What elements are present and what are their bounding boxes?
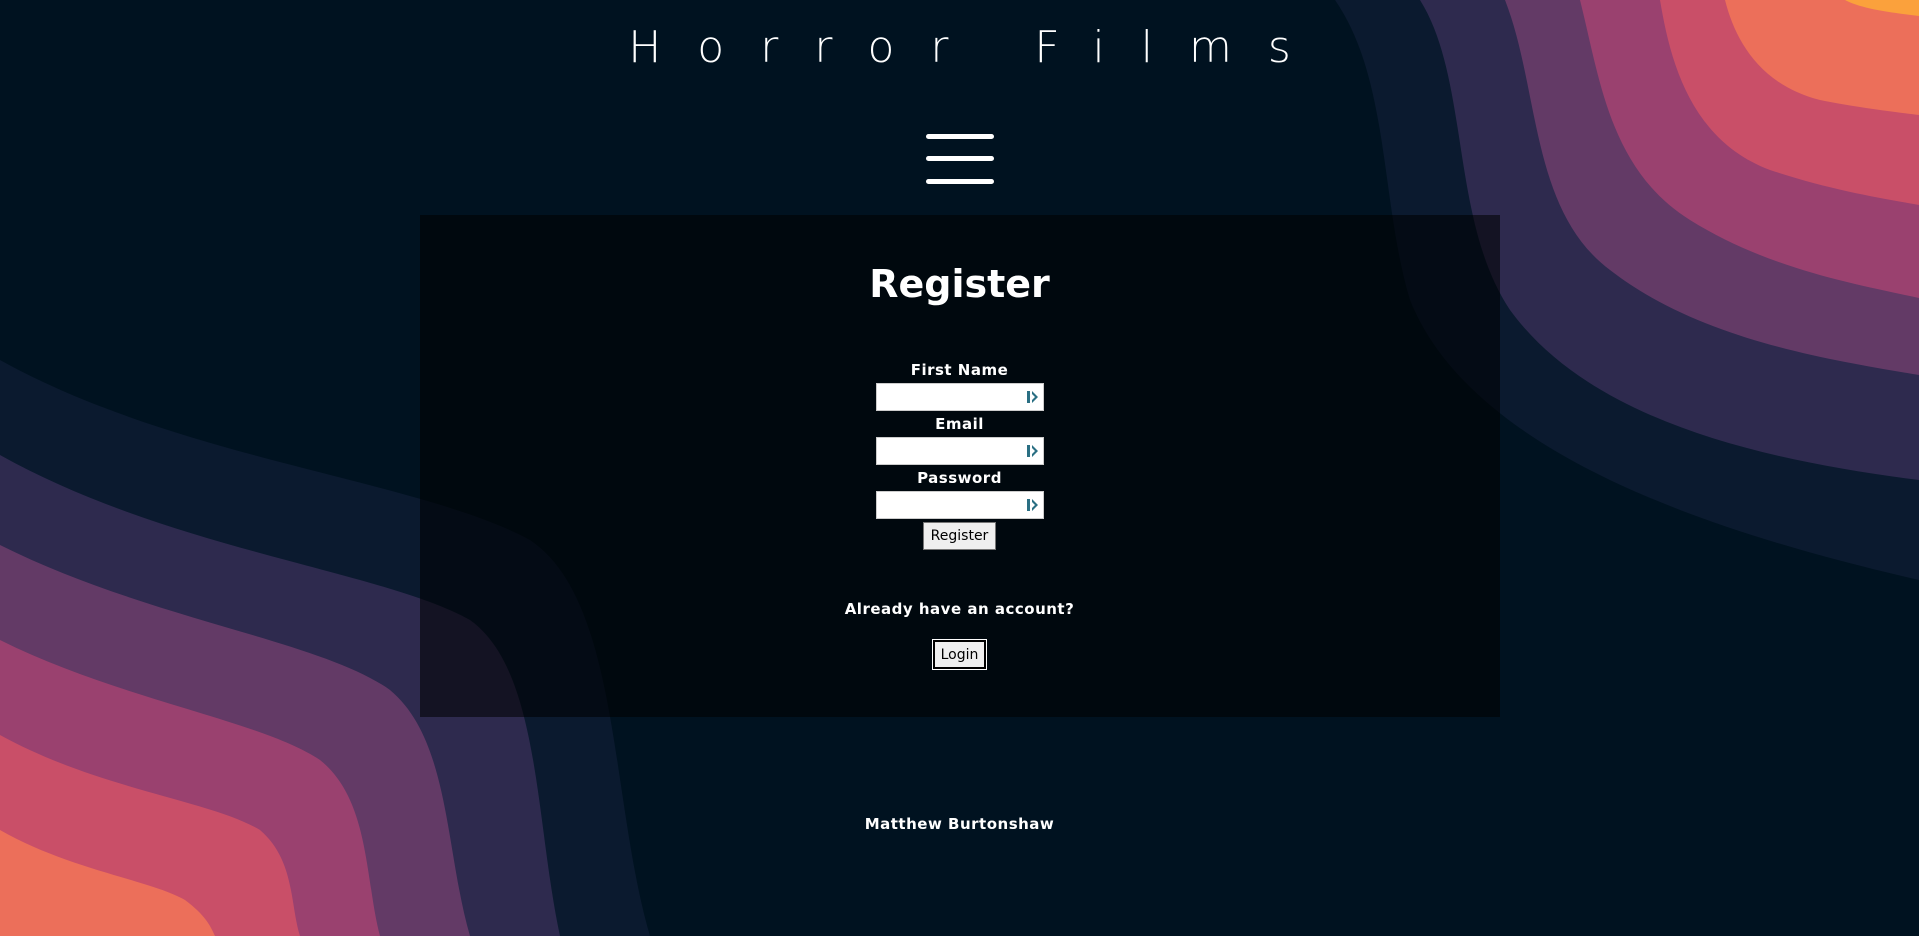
footer-author: Matthew Burtonshaw	[864, 815, 1055, 833]
hamburger-menu-icon[interactable]	[926, 133, 994, 187]
hamburger-line	[926, 156, 994, 161]
email-label: Email	[935, 415, 984, 433]
login-button[interactable]: Login	[932, 639, 987, 670]
hamburger-line	[926, 134, 994, 139]
first-name-label: First Name	[910, 361, 1009, 379]
email-field[interactable]	[876, 437, 1044, 465]
hamburger-line	[926, 179, 994, 184]
password-input[interactable]	[879, 493, 1023, 519]
password-label: Password	[917, 469, 1002, 487]
first-name-field[interactable]	[876, 383, 1044, 411]
password-manager-key-icon[interactable]	[1027, 498, 1039, 512]
first-name-input[interactable]	[879, 385, 1023, 411]
password-field[interactable]	[876, 491, 1044, 519]
site-title: Horror Films	[628, 22, 1327, 73]
register-button[interactable]: Register	[923, 522, 996, 550]
email-input[interactable]	[879, 439, 1023, 465]
password-manager-key-icon[interactable]	[1027, 390, 1039, 404]
password-manager-key-icon[interactable]	[1027, 444, 1039, 458]
already-have-account-text: Already have an account?	[844, 600, 1075, 618]
register-heading: Register	[869, 262, 1050, 306]
